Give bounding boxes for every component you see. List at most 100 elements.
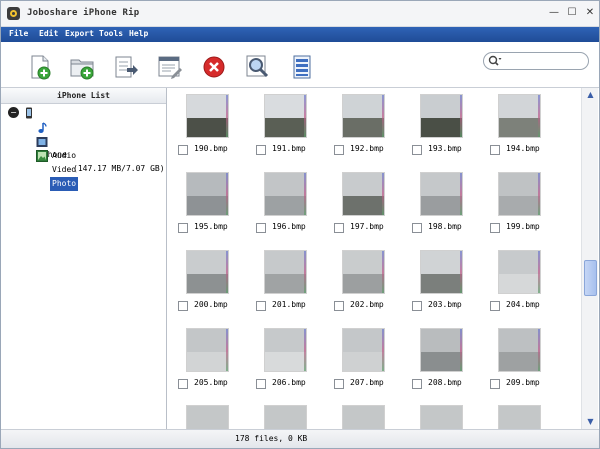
- minimize-button[interactable]: —: [547, 7, 561, 21]
- photo-filename: 199.bmp: [506, 222, 540, 231]
- scroll-thumb[interactable]: [584, 260, 597, 296]
- photo-checkbox[interactable]: [256, 379, 266, 389]
- photo-thumbnail-item[interactable]: 209.bmp: [490, 328, 570, 400]
- search-icon[interactable]: [488, 55, 502, 68]
- thumbnail-partial[interactable]: [498, 405, 541, 429]
- app-window: Joboshare iPhone Rip — ☐ ✕ File Edit Exp…: [0, 0, 600, 449]
- tree-item-video[interactable]: Video: [1, 135, 166, 174]
- photo-checkbox[interactable]: [178, 301, 188, 311]
- photo-thumbnail-item[interactable]: 195.bmp: [178, 172, 258, 244]
- maximize-button[interactable]: ☐: [565, 7, 579, 21]
- photo-filename: 204.bmp: [506, 300, 540, 309]
- add-folder-icon[interactable]: [69, 54, 95, 80]
- photo-thumbnail-image[interactable]: [342, 328, 385, 372]
- photo-thumbnail-item[interactable]: 206.bmp: [256, 328, 336, 400]
- photo-thumbnail-image[interactable]: [420, 250, 463, 294]
- scroll-down-icon[interactable]: ▼: [584, 416, 597, 428]
- photo-thumbnail-image[interactable]: [420, 328, 463, 372]
- photo-thumbnail-image[interactable]: [264, 172, 307, 216]
- menu-export[interactable]: Export: [65, 29, 94, 38]
- photo-thumbnail-item[interactable]: 207.bmp: [334, 328, 414, 400]
- photo-thumbnail-item[interactable]: 198.bmp: [412, 172, 492, 244]
- photo-thumbnail-image[interactable]: [498, 250, 541, 294]
- photo-filename: 191.bmp: [272, 144, 306, 153]
- photo-checkbox[interactable]: [256, 223, 266, 233]
- photo-thumbnail-item[interactable]: 194.bmp: [490, 94, 570, 166]
- tree-item-iphone[interactable]: − iPhone (147.17 MB/7.07 GB): [1, 106, 166, 173]
- menu-tools[interactable]: Tools: [99, 29, 123, 38]
- photo-checkbox[interactable]: [490, 223, 500, 233]
- photo-thumbnail-image[interactable]: [186, 328, 229, 372]
- photo-thumbnail-item[interactable]: 199.bmp: [490, 172, 570, 244]
- collapse-toggle-icon[interactable]: −: [8, 107, 19, 118]
- photo-filename: 190.bmp: [194, 144, 228, 153]
- photo-checkbox[interactable]: [490, 145, 500, 155]
- photo-checkbox[interactable]: [178, 145, 188, 155]
- photo-checkbox[interactable]: [412, 145, 422, 155]
- thumbnail-partial[interactable]: [342, 405, 385, 429]
- photo-thumbnail-image[interactable]: [498, 172, 541, 216]
- photo-thumbnail-item[interactable]: 190.bmp: [178, 94, 258, 166]
- photo-thumbnail-image[interactable]: [420, 94, 463, 138]
- photo-thumbnail-item[interactable]: 193.bmp: [412, 94, 492, 166]
- photo-thumbnail-item[interactable]: 197.bmp: [334, 172, 414, 244]
- photo-checkbox[interactable]: [334, 145, 344, 155]
- photo-checkbox[interactable]: [412, 301, 422, 311]
- photo-checkbox[interactable]: [490, 301, 500, 311]
- device-capacity: (147.17 MB/7.07 GB): [73, 164, 165, 173]
- photo-checkbox[interactable]: [178, 223, 188, 233]
- photo-checkbox[interactable]: [334, 379, 344, 389]
- tree-item-audio[interactable]: Audio: [1, 121, 166, 160]
- export-icon[interactable]: [113, 54, 139, 80]
- photo-thumbnail-image[interactable]: [498, 94, 541, 138]
- photo-thumbnail-item[interactable]: 196.bmp: [256, 172, 336, 244]
- photo-thumbnail-item[interactable]: 208.bmp: [412, 328, 492, 400]
- photo-thumbnail-image[interactable]: [186, 250, 229, 294]
- menu-help[interactable]: Help: [129, 29, 148, 38]
- photo-thumbnail-image[interactable]: [186, 94, 229, 138]
- photo-thumbnail-image[interactable]: [342, 172, 385, 216]
- list-view-icon[interactable]: [289, 54, 315, 80]
- photo-thumbnail-image[interactable]: [264, 328, 307, 372]
- add-file-icon[interactable]: [27, 54, 53, 80]
- menu-file[interactable]: File: [9, 29, 28, 38]
- scroll-up-icon[interactable]: ▲: [584, 89, 597, 101]
- photo-thumbnail-image[interactable]: [420, 172, 463, 216]
- photo-thumbnail-item[interactable]: 200.bmp: [178, 250, 258, 322]
- menu-edit[interactable]: Edit: [39, 29, 58, 38]
- photo-thumbnail-image[interactable]: [264, 250, 307, 294]
- photo-checkbox[interactable]: [490, 379, 500, 389]
- photo-checkbox[interactable]: [256, 145, 266, 155]
- edit-list-icon[interactable]: [157, 54, 183, 80]
- thumbnail-partial[interactable]: [186, 405, 229, 429]
- photo-thumbnail-image[interactable]: [498, 328, 541, 372]
- preview-icon[interactable]: [245, 54, 271, 80]
- photo-checkbox[interactable]: [334, 301, 344, 311]
- search-box[interactable]: [483, 52, 589, 70]
- search-input[interactable]: [504, 55, 584, 67]
- thumbnail-partial[interactable]: [420, 405, 463, 429]
- photo-checkbox[interactable]: [412, 223, 422, 233]
- photo-thumbnail-item[interactable]: 191.bmp: [256, 94, 336, 166]
- photo-thumbnail-item[interactable]: 205.bmp: [178, 328, 258, 400]
- tree-item-photo[interactable]: Photo: [1, 149, 166, 191]
- photo-checkbox[interactable]: [256, 301, 266, 311]
- photo-thumbnail-image[interactable]: [342, 94, 385, 138]
- photo-thumbnail-item[interactable]: 202.bmp: [334, 250, 414, 322]
- vertical-scrollbar[interactable]: ▲ ▼: [581, 88, 598, 429]
- photo-thumbnail-image[interactable]: [264, 94, 307, 138]
- video-icon: [36, 137, 48, 147]
- photo-thumbnail-image[interactable]: [186, 172, 229, 216]
- photo-thumbnail-image[interactable]: [342, 250, 385, 294]
- photo-thumbnail-item[interactable]: 204.bmp: [490, 250, 570, 322]
- thumbnail-partial[interactable]: [264, 405, 307, 429]
- close-button[interactable]: ✕: [583, 7, 597, 21]
- photo-checkbox[interactable]: [178, 379, 188, 389]
- photo-checkbox[interactable]: [412, 379, 422, 389]
- delete-icon[interactable]: [201, 54, 227, 80]
- photo-thumbnail-item[interactable]: 192.bmp: [334, 94, 414, 166]
- panel-header: iPhone List: [1, 88, 166, 104]
- photo-thumbnail-item[interactable]: 203.bmp: [412, 250, 492, 322]
- photo-checkbox[interactable]: [334, 223, 344, 233]
- photo-thumbnail-item[interactable]: 201.bmp: [256, 250, 336, 322]
